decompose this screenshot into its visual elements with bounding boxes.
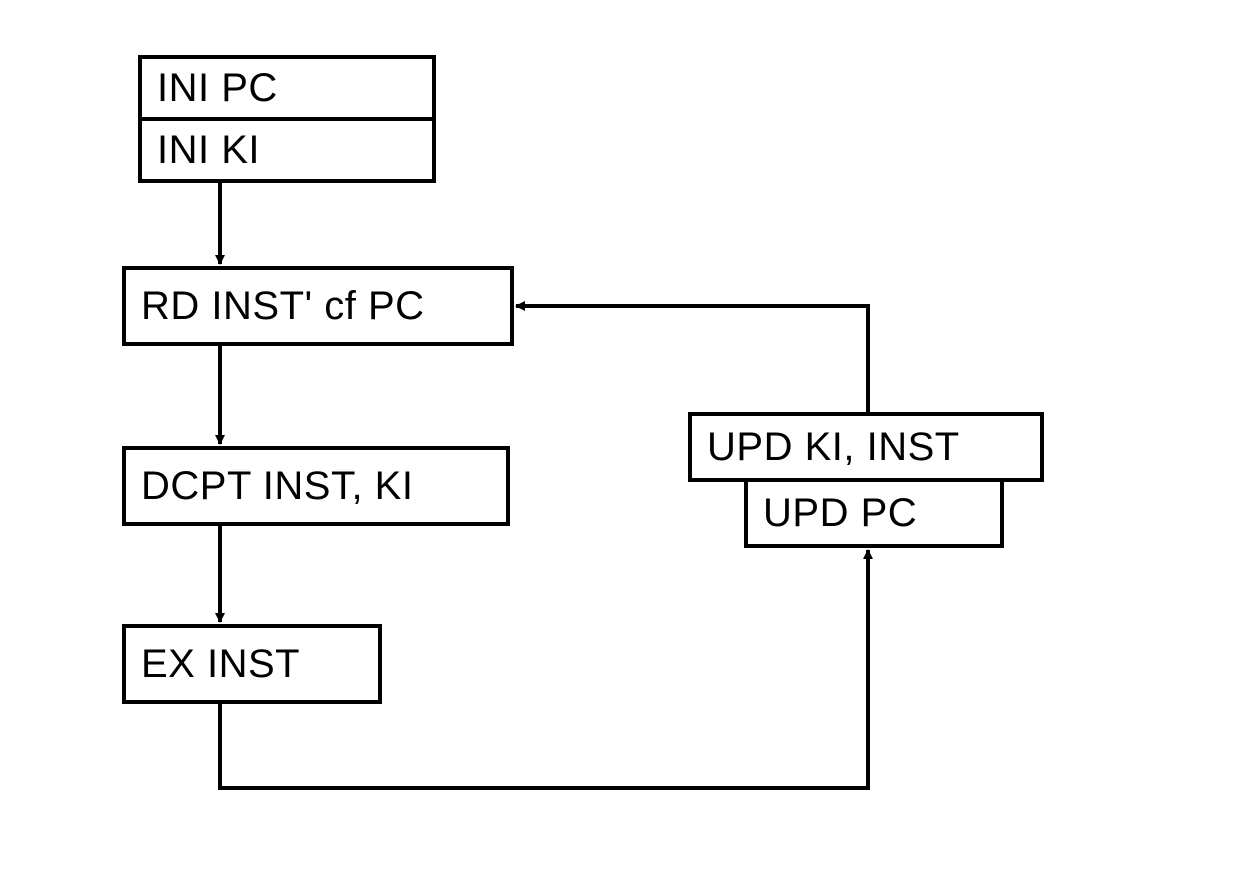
box-ini-pc: INI PC <box>138 55 436 121</box>
box-ini-ki: INI KI <box>138 117 436 183</box>
box-upd-ki: UPD KI, INST <box>688 412 1044 482</box>
box-ini-ki-label: INI KI <box>157 128 260 173</box>
box-rd-inst: RD INST' cf PC <box>122 266 514 346</box>
box-rd-inst-label: RD INST' cf PC <box>141 284 425 329</box>
box-upd-pc: UPD PC <box>744 478 1004 548</box>
box-upd-pc-label: UPD PC <box>763 491 917 536</box>
box-ini-pc-label: INI PC <box>157 66 278 111</box>
box-upd-ki-label: UPD KI, INST <box>707 425 960 470</box>
arrow-updki-to-rd <box>516 306 868 412</box>
box-ex-inst-label: EX INST <box>141 642 300 687</box>
box-ex-inst: EX INST <box>122 624 382 704</box>
flowchart-canvas: INI PC INI KI RD INST' cf PC DCPT INST, … <box>0 0 1242 880</box>
box-dcpt: DCPT INST, KI <box>122 446 510 526</box>
box-dcpt-label: DCPT INST, KI <box>141 464 413 509</box>
